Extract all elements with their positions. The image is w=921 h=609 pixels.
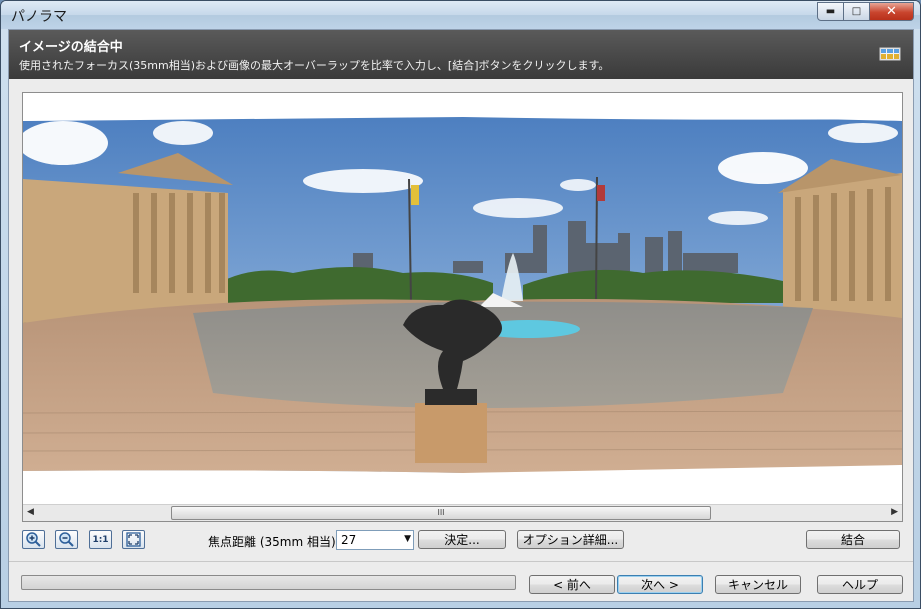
minimize-icon: ▬ (825, 6, 836, 17)
step-title: イメージの結合中 (19, 40, 123, 55)
zoom-in-button[interactable] (22, 530, 45, 549)
close-icon: ✕ (886, 4, 897, 19)
progress-bar (21, 575, 516, 590)
scroll-left-icon[interactable]: ◀ (27, 507, 34, 517)
footer-divider (9, 561, 913, 562)
window-controls: ▬ □ ✕ (817, 2, 914, 21)
determine-button[interactable]: 決定... (418, 530, 506, 549)
fit-window-button[interactable] (122, 530, 145, 549)
next-button[interactable]: 次へ > (617, 575, 703, 594)
wizard-header: イメージの結合中 使用されたフォーカス(35mm相当)および画像の最大オーバーラ… (9, 30, 913, 79)
panorama-icon (879, 47, 901, 61)
focal-length-select[interactable]: 27 ▼ (336, 530, 414, 550)
actual-size-button[interactable]: 1:1 (89, 530, 112, 549)
merge-button[interactable]: 結合 (806, 530, 900, 549)
focal-length-value: 27 (341, 533, 357, 547)
window-title: パノラマ (11, 9, 67, 25)
panorama-image (23, 93, 902, 505)
panorama-preview[interactable]: ◀ III ▶ (22, 92, 903, 522)
zoom-in-icon (26, 532, 41, 547)
horizontal-scrollbar[interactable]: ◀ III ▶ (23, 504, 902, 521)
maximize-button[interactable]: □ (844, 2, 870, 21)
panorama-window: パノラマ ▬ □ ✕ イメージの結合中 使用されたフォーカス(35mm相当)およ… (0, 0, 921, 609)
cancel-button[interactable]: キャンセル (715, 575, 801, 594)
zoom-out-icon (59, 532, 74, 547)
scroll-thumb[interactable]: III (171, 506, 711, 520)
step-instructions: 使用されたフォーカス(35mm相当)および画像の最大オーバーラップを比率で入力し… (19, 59, 610, 72)
title-bar[interactable]: パノラマ ▬ □ ✕ (1, 1, 920, 29)
close-button[interactable]: ✕ (870, 2, 914, 21)
fit-to-window-icon (126, 532, 141, 547)
zoom-out-button[interactable] (55, 530, 78, 549)
scroll-right-icon[interactable]: ▶ (891, 507, 898, 517)
dialog-body: イメージの結合中 使用されたフォーカス(35mm相当)および画像の最大オーバーラ… (8, 29, 914, 602)
maximize-icon: □ (851, 6, 862, 17)
chevron-down-icon[interactable]: ▼ (404, 534, 411, 544)
preview-toolbar: 1:1 焦点距離 (35mm 相当): 27 ▼ 決定... オプション詳細..… (9, 528, 913, 552)
minimize-button[interactable]: ▬ (817, 2, 844, 21)
back-button[interactable]: < 前へ (529, 575, 615, 594)
help-button[interactable]: ヘルプ (817, 575, 903, 594)
advanced-options-button[interactable]: オプション詳細... (517, 530, 624, 549)
focal-length-label: 焦点距離 (35mm 相当): (208, 535, 340, 549)
